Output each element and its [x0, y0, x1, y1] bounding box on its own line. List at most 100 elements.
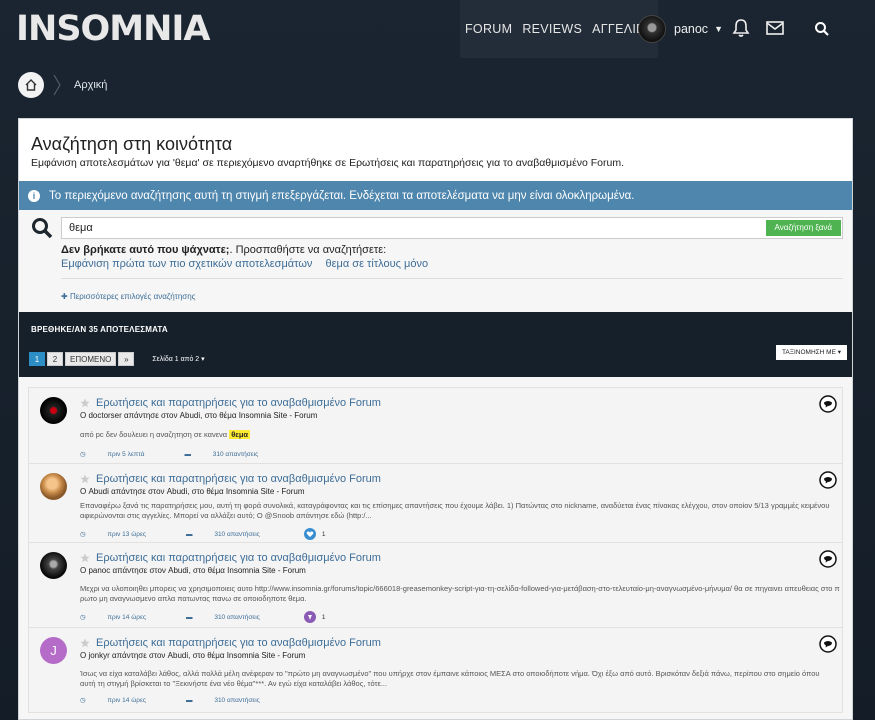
- nav-reviews[interactable]: REVIEWS: [517, 0, 587, 58]
- more-options-link[interactable]: ✚ Περισσότερες επιλογές αναζήτησης: [61, 292, 196, 301]
- last-page-button[interactable]: »: [118, 352, 135, 366]
- info-text: Το περιεχόμενο αναζήτησης αυτή τη στιγμή…: [49, 189, 635, 202]
- star-icon[interactable]: [80, 474, 90, 484]
- replies-label: 310 απαντήσεις: [214, 696, 260, 704]
- result-item: Ερωτήσεις και παρατηρήσεις για το αναβαθ…: [28, 463, 843, 543]
- sort-by-label: ΤΑΞΙΝΟΜΗΣΗ ΜΕ: [781, 349, 836, 356]
- result-title-row: Ερωτήσεις και παρατηρήσεις για το αναβαθ…: [80, 552, 381, 564]
- comment-icon: ▬: [186, 696, 195, 704]
- speech-bubble-icon[interactable]: [819, 550, 837, 568]
- result-snippet: Μεχρι να υλοποιηθει μπορεις να χρησιμοπο…: [80, 584, 840, 603]
- time-label: πριν 5 λεπτά: [107, 450, 145, 458]
- result-snippet: από pc δεν δουλευει η αναζητηση σε κανεν…: [80, 430, 830, 440]
- info-message: i Το περιεχόμενο αναζήτησης αυτή τη στιγ…: [19, 181, 852, 210]
- divider: [61, 278, 843, 279]
- comment-icon: ▬: [186, 530, 195, 538]
- result-item: Ερωτήσεις και παρατηρήσεις για το αναβαθ…: [28, 542, 843, 628]
- user-name: panoc: [674, 22, 709, 36]
- clock-icon: ◷: [80, 614, 88, 621]
- result-replies: ▬ 310 απαντήσεις: [186, 531, 280, 538]
- info-icon: i: [28, 189, 40, 202]
- reaction-count: 1: [321, 530, 326, 538]
- reaction-thanks[interactable]: 1: [303, 611, 346, 623]
- result-item: Ερωτήσεις και παρατηρήσεις για το αναβαθ…: [28, 387, 843, 464]
- result-time[interactable]: ◷ πριν 14 ώρες: [80, 696, 166, 705]
- result-title-row: Ερωτήσεις και παρατηρήσεις για το αναβαθ…: [80, 397, 381, 409]
- result-replies: ▬ 310 απαντήσεις: [186, 614, 280, 621]
- time-label: πριν 14 ώρες: [107, 696, 147, 704]
- speech-bubble-icon[interactable]: [819, 635, 837, 653]
- result-time[interactable]: ◷ πριν 13 ώρες: [80, 530, 166, 539]
- reaction-like[interactable]: 1: [303, 528, 346, 540]
- next-page-button[interactable]: ΕΠΟΜΕΝΟ: [65, 352, 117, 366]
- search-panel: Αναζήτηση στη κοινότητα Εμφάνιση αποτελε…: [18, 118, 853, 720]
- star-icon[interactable]: [80, 638, 90, 648]
- result-title[interactable]: Ερωτήσεις και παρατηρήσεις για το αναβαθ…: [96, 637, 381, 649]
- result-subtitle: Ο jonkyr απάντησε στον Abudi, στο θέμα I…: [80, 651, 306, 660]
- page-1-button[interactable]: 1: [29, 352, 45, 366]
- bell-icon[interactable]: [731, 18, 751, 38]
- page-of-label: Σελίδα 1 από 2: [152, 356, 200, 363]
- thanks-icon: [303, 611, 316, 623]
- avatar[interactable]: [40, 397, 67, 424]
- star-icon[interactable]: [80, 398, 90, 408]
- site-logo[interactable]: INSOMNIA: [16, 9, 211, 49]
- replies-label: 310 απαντήσεις: [212, 450, 259, 458]
- home-button[interactable]: [18, 72, 44, 98]
- search-again-button[interactable]: Αναζήτηση ξανά: [765, 220, 841, 236]
- result-meta: ◷ πριν 14 ώρες ▬ 310 απαντήσεις: [80, 696, 300, 705]
- page-jump-dropdown[interactable]: Σελίδα 1 από 2 ▾: [152, 355, 204, 363]
- result-snippet: Επαναφέρω ξανά τις παρατηρήσεις μου, αυτ…: [80, 501, 830, 520]
- breadcrumb: Αρχική: [18, 72, 107, 98]
- nav-forum[interactable]: FORUM: [460, 0, 517, 58]
- snippet-text: από pc δεν δουλευει η αναζητηση σε κανεν…: [80, 430, 230, 439]
- sort-by-button[interactable]: ΤΑΞΙΝΟΜΗΣΗ ΜΕ ▾: [775, 345, 847, 360]
- result-title-row: Ερωτήσεις και παρατηρήσεις για το αναβαθ…: [80, 637, 381, 649]
- caret-down-icon: ▾: [201, 356, 205, 363]
- main-nav: FORUM REVIEWS ΑΓΓΕΛΙΕΣ: [460, 0, 658, 58]
- star-icon[interactable]: [80, 553, 90, 563]
- result-replies: ▬ 310 απαντήσεις: [186, 697, 280, 704]
- search-icon[interactable]: [814, 21, 830, 37]
- breadcrumb-home-label[interactable]: Αρχική: [74, 79, 107, 91]
- search-row: Αναζήτηση ξανά: [31, 217, 843, 241]
- result-replies: ▬ 310 απαντήσεις: [184, 451, 278, 458]
- result-meta: ◷ πριν 13 ώρες ▬ 310 απαντήσεις 1: [80, 528, 365, 540]
- result-subtitle: Ο panoc απάντησε στον Abudi, στο θέμα In…: [80, 566, 306, 575]
- user-avatar: [638, 15, 666, 43]
- speech-bubble-icon[interactable]: [819, 395, 837, 413]
- search-input[interactable]: [61, 217, 843, 239]
- caret-down-icon: ▾: [837, 349, 841, 356]
- more-options-label: Περισσότερες επιλογές αναζήτησης: [69, 292, 196, 301]
- caret-down-icon: ▼: [714, 24, 723, 34]
- home-icon: [25, 79, 37, 91]
- time-label: πριν 13 ώρες: [107, 530, 147, 538]
- result-subtitle: Ο Abudi απάντησε στον Abudi, στο θέμα In…: [80, 487, 305, 496]
- avatar[interactable]: J: [40, 637, 67, 664]
- results-list: Ερωτήσεις και παρατηρήσεις για το αναβαθ…: [28, 387, 843, 713]
- envelope-icon[interactable]: [765, 18, 785, 38]
- page-subtitle: Εμφάνιση αποτελεσμάτων για 'θεμα' σε περ…: [31, 157, 625, 169]
- heart-icon: [303, 528, 316, 540]
- snippet-highlight: θεμα: [229, 430, 251, 439]
- result-item: J Ερωτήσεις και παρατηρήσεις για το αναβ…: [28, 627, 843, 713]
- result-title[interactable]: Ερωτήσεις και παρατηρήσεις για το αναβαθ…: [96, 552, 381, 564]
- avatar[interactable]: [40, 473, 67, 500]
- user-menu[interactable]: panoc ▼: [638, 14, 723, 44]
- result-time[interactable]: ◷ πριν 14 ώρες: [80, 613, 166, 622]
- result-title-row: Ερωτήσεις και παρατηρήσεις για το αναβαθ…: [80, 473, 381, 485]
- page-2-button[interactable]: 2: [47, 352, 63, 366]
- clock-icon: ◷: [80, 697, 88, 704]
- result-time[interactable]: ◷ πριν 5 λεπτά: [80, 450, 164, 459]
- result-title[interactable]: Ερωτήσεις και παρατηρήσεις για το αναβαθ…: [96, 473, 381, 485]
- results-bar: ΒΡΕΘΗΚΕ/ΑΝ 35 ΑΠΟΤΕΛΕΣΜΑΤΑ 1 2 ΕΠΟΜΕΝΟ »…: [19, 312, 852, 377]
- not-found-text: Δεν βρήκατε αυτό που ψάχνατε;. Προσπαθήσ…: [61, 244, 386, 256]
- page-title: Αναζήτηση στη κοινότητα: [31, 134, 233, 154]
- speech-bubble-icon[interactable]: [819, 471, 837, 489]
- suggestion-relevant-link[interactable]: Εμφάνιση πρώτα των πιο σχετικών αποτελεσ…: [61, 258, 312, 270]
- result-title[interactable]: Ερωτήσεις και παρατηρήσεις για το αναβαθ…: [96, 397, 381, 409]
- suggestion-titles-link[interactable]: θεμα σε τίτλους μόνο: [326, 258, 429, 270]
- pagination: 1 2 ΕΠΟΜΕΝΟ » Σελίδα 1 από 2 ▾: [29, 352, 205, 366]
- avatar[interactable]: [40, 552, 67, 579]
- logo-text: INSOMNIA: [16, 9, 211, 49]
